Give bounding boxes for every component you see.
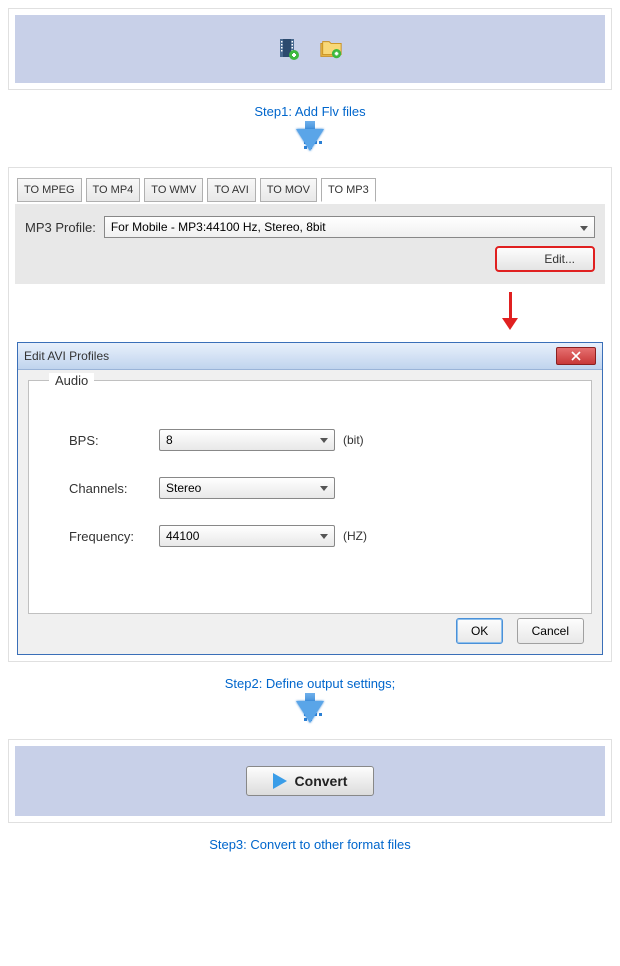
- convert-label: Convert: [295, 773, 348, 789]
- frequency-label: Frequency:: [69, 529, 159, 544]
- tab-to-avi[interactable]: TO AVI: [207, 178, 255, 202]
- profile-row: MP3 Profile: For Mobile - MP3:44100 Hz, …: [15, 204, 605, 284]
- profile-label: MP3 Profile:: [25, 220, 96, 235]
- arrow-down-icon: [8, 701, 612, 739]
- step3-caption: Step3: Convert to other format files: [8, 831, 612, 862]
- format-tabs: TO MPEG TO MP4 TO WMV TO AVI TO MOV TO M…: [15, 174, 605, 204]
- bps-label: BPS:: [69, 433, 159, 448]
- edit-profile-dialog: Edit AVI Profiles Audio BPS: 8 (bit): [17, 342, 603, 655]
- mp3-profile-select[interactable]: For Mobile - MP3:44100 Hz, Stereo, 8bit: [104, 216, 595, 238]
- bps-select[interactable]: 8: [159, 429, 335, 451]
- ok-button[interactable]: OK: [456, 618, 503, 644]
- play-icon: [273, 773, 287, 789]
- bps-unit: (bit): [343, 433, 364, 447]
- channels-select[interactable]: Stereo: [159, 477, 335, 499]
- dialog-titlebar: Edit AVI Profiles: [18, 343, 602, 370]
- dialog-title: Edit AVI Profiles: [24, 349, 109, 363]
- frequency-value: 44100: [166, 529, 199, 543]
- dialog-footer: OK Cancel: [28, 614, 592, 644]
- tab-to-mpeg[interactable]: TO MPEG: [17, 178, 82, 202]
- step2-panel: TO MPEG TO MP4 TO WMV TO AVI TO MOV TO M…: [8, 167, 612, 662]
- step1-toolbar: [15, 15, 605, 83]
- edit-button[interactable]: Edit...: [495, 246, 595, 272]
- red-arrow-icon: [415, 292, 605, 330]
- tab-to-mp3[interactable]: TO MP3: [321, 178, 376, 202]
- frequency-unit: (HZ): [343, 529, 367, 543]
- channels-value: Stereo: [166, 481, 201, 495]
- close-icon[interactable]: [556, 347, 596, 365]
- frequency-select[interactable]: 44100: [159, 525, 335, 547]
- channels-label: Channels:: [69, 481, 159, 496]
- mp3-profile-value: For Mobile - MP3:44100 Hz, Stereo, 8bit: [111, 220, 326, 234]
- tab-to-wmv[interactable]: TO WMV: [144, 178, 203, 202]
- add-video-file-icon[interactable]: [277, 37, 301, 61]
- dialog-body: Audio BPS: 8 (bit) Channels: Stereo: [18, 370, 602, 654]
- arrow-down-icon: [8, 129, 612, 167]
- convert-button[interactable]: Convert: [246, 766, 375, 796]
- frequency-row: Frequency: 44100 (HZ): [69, 525, 571, 547]
- cancel-button[interactable]: Cancel: [517, 618, 584, 644]
- channels-row: Channels: Stereo: [69, 477, 571, 499]
- audio-legend: Audio: [49, 373, 94, 388]
- audio-fieldset: Audio BPS: 8 (bit) Channels: Stereo: [28, 380, 592, 614]
- step3-toolbar: Convert: [15, 746, 605, 816]
- bps-value: 8: [166, 433, 173, 447]
- step1-panel: [8, 8, 612, 90]
- tab-to-mp4[interactable]: TO MP4: [86, 178, 141, 202]
- tab-to-mov[interactable]: TO MOV: [260, 178, 317, 202]
- add-folder-icon[interactable]: [319, 37, 343, 61]
- bps-row: BPS: 8 (bit): [69, 429, 571, 451]
- step3-panel: Convert: [8, 739, 612, 823]
